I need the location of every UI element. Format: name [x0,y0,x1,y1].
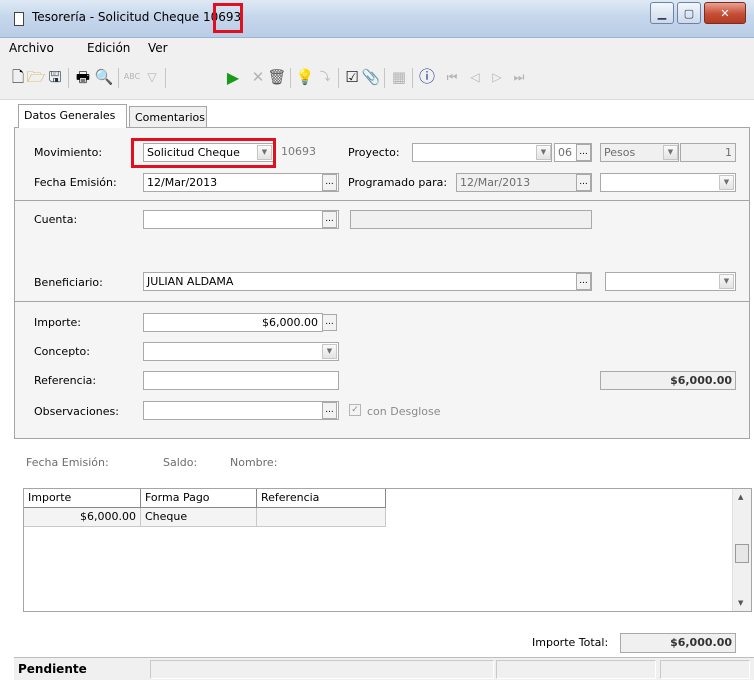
calendar-ellipsis-button[interactable]: ... [576,174,591,191]
info-saldo: Saldo: [163,456,198,469]
attachment-icon[interactable]: 📎 [362,68,381,86]
info-fecha-emision: Fecha Emisión: [26,456,109,469]
concepto-label: Concepto: [34,345,90,358]
spellcheck-icon[interactable]: ABC [123,68,141,86]
importe-ellipsis-button[interactable]: ... [322,314,337,331]
importe-label: Importe: [34,316,81,329]
column-header[interactable]: Forma Pago [141,489,257,508]
chevron-down-icon[interactable]: ▼ [536,145,551,160]
movimiento-highlight-box [131,138,276,168]
column-header[interactable]: Importe [24,489,141,508]
observaciones-label: Observaciones: [34,405,119,418]
window-title: Tesorería - Solicitud Cheque 10693 [32,10,242,24]
beneficiario-ellipsis-button[interactable]: ... [576,273,591,290]
tab-comentarios[interactable]: Comentarios [129,106,207,128]
delete-bin-icon[interactable]: 🗑 [267,68,286,86]
cuenta-descripcion [350,210,592,229]
menu-archivo[interactable]: Archivo [9,41,54,55]
importe-field[interactable]: $6,000.00 [143,313,323,332]
scroll-thumb[interactable] [735,544,749,563]
fecha-emision-label: Fecha Emisión: [34,176,117,189]
cuenta-ellipsis-button[interactable]: ... [322,211,337,228]
con-desglose-checkbox[interactable]: ✓ [349,404,361,416]
tipo-cambio-field[interactable]: 1 [680,143,736,162]
periodo-ellipsis-button[interactable]: ... [576,144,591,161]
info-icon[interactable]: ⓘ [418,68,436,86]
afectar-highlight-box [213,3,243,33]
cuenta-field[interactable] [143,210,339,229]
condicion-select[interactable] [600,173,736,192]
status-bar: Pendiente [14,657,754,680]
observaciones-field[interactable] [143,401,339,420]
cell-referencia[interactable] [257,508,386,527]
calculator-icon[interactable]: ▦ [390,68,408,86]
scroll-up-icon[interactable]: ▲ [738,493,743,501]
programado-field[interactable]: 12/Mar/2013 [456,173,592,192]
chevron-down-icon[interactable]: ▼ [719,175,734,190]
cancel-x-icon[interactable]: ✕ [249,68,267,86]
status-text: Pendiente [18,662,87,676]
referencia-field[interactable] [143,371,339,390]
tab-datos-generales[interactable]: Datos Generales [18,104,127,128]
vertical-scrollbar[interactable]: ▲ ▼ [732,489,751,611]
proyecto-select[interactable] [412,143,552,162]
print-preview-icon[interactable]: 🔍 [95,68,114,86]
info-nombre: Nombre: [230,456,278,469]
status-panel [660,660,750,679]
chevron-down-icon[interactable]: ▼ [322,344,337,359]
new-icon[interactable]: 🗋 [9,68,27,86]
print-icon[interactable]: 🖶 [74,68,92,86]
beneficiario-tipo-select[interactable] [605,272,736,291]
menu-bar: Archivo Edición Ver [0,38,754,60]
cell-importe[interactable]: $6,000.00 [24,508,141,527]
movimiento-id: 10693 [281,145,316,158]
minimize-button[interactable]: ▁ [650,2,674,24]
checklist-icon[interactable]: ☑ [343,68,361,86]
cuenta-label: Cuenta: [34,213,78,226]
previous-record-icon[interactable]: ◁ [466,68,484,86]
next-record-icon[interactable]: ▷ [488,68,506,86]
document-icon [14,12,24,26]
filter-icon[interactable]: ▽ [143,68,161,86]
beneficiario-field[interactable]: JULIAN ALDAMA [143,272,592,291]
scroll-down-icon[interactable]: ▼ [738,599,743,607]
afectar-play-icon[interactable]: ▶ [224,69,242,87]
importe-total-field: $6,000.00 [620,633,736,653]
open-folder-icon[interactable]: 🗁 [27,68,46,86]
concepto-select[interactable] [143,342,339,361]
close-button[interactable]: ✕ [704,2,746,24]
con-desglose-label: con Desglose [367,405,441,418]
first-record-icon[interactable]: ⏮ [443,68,461,86]
menu-ver[interactable]: Ver [148,41,168,55]
cell-forma-pago[interactable]: Cheque [141,508,257,527]
lightbulb-icon[interactable]: 💡 [296,68,315,86]
status-panel [496,660,656,679]
chevron-down-icon[interactable]: ▼ [663,145,678,160]
forma-pago-grid[interactable]: Importe Forma Pago Referencia $6,000.00 … [23,488,752,612]
movimiento-label: Movimiento: [34,146,103,159]
title-bar: Tesorería - Solicitud Cheque 10693 ▁ ▢ ✕ [0,0,754,38]
proyecto-label: Proyecto: [348,146,400,159]
chevron-down-icon[interactable]: ▼ [719,274,734,289]
observaciones-ellipsis-button[interactable]: ... [322,402,337,419]
referencia-label: Referencia: [34,374,97,387]
fecha-emision-field[interactable]: 12/Mar/2013 [143,173,339,192]
beneficiario-label: Beneficiario: [34,276,103,289]
last-record-icon[interactable]: ⏭ [510,68,528,86]
calendar-ellipsis-button[interactable]: ... [322,174,337,191]
related-icon[interactable]: ⤵ [316,68,334,86]
save-icon[interactable]: 🖫 [46,68,64,86]
programado-label: Programado para: [348,176,448,189]
total-display: $6,000.00 [600,371,736,390]
menu-edicion[interactable]: Edición [87,41,130,55]
importe-total-label: Importe Total: [532,636,609,649]
toolbar: 🗋 🗁 🖫 🖶 🔍 ABC ▽ ▶ ✕ 🗑 💡 ⤵ ☑ 📎 ▦ ⓘ ⏮ ◁ ▷ … [0,60,754,100]
maximize-button[interactable]: ▢ [677,2,701,24]
status-panel [150,660,494,679]
column-header[interactable]: Referencia [257,489,386,508]
